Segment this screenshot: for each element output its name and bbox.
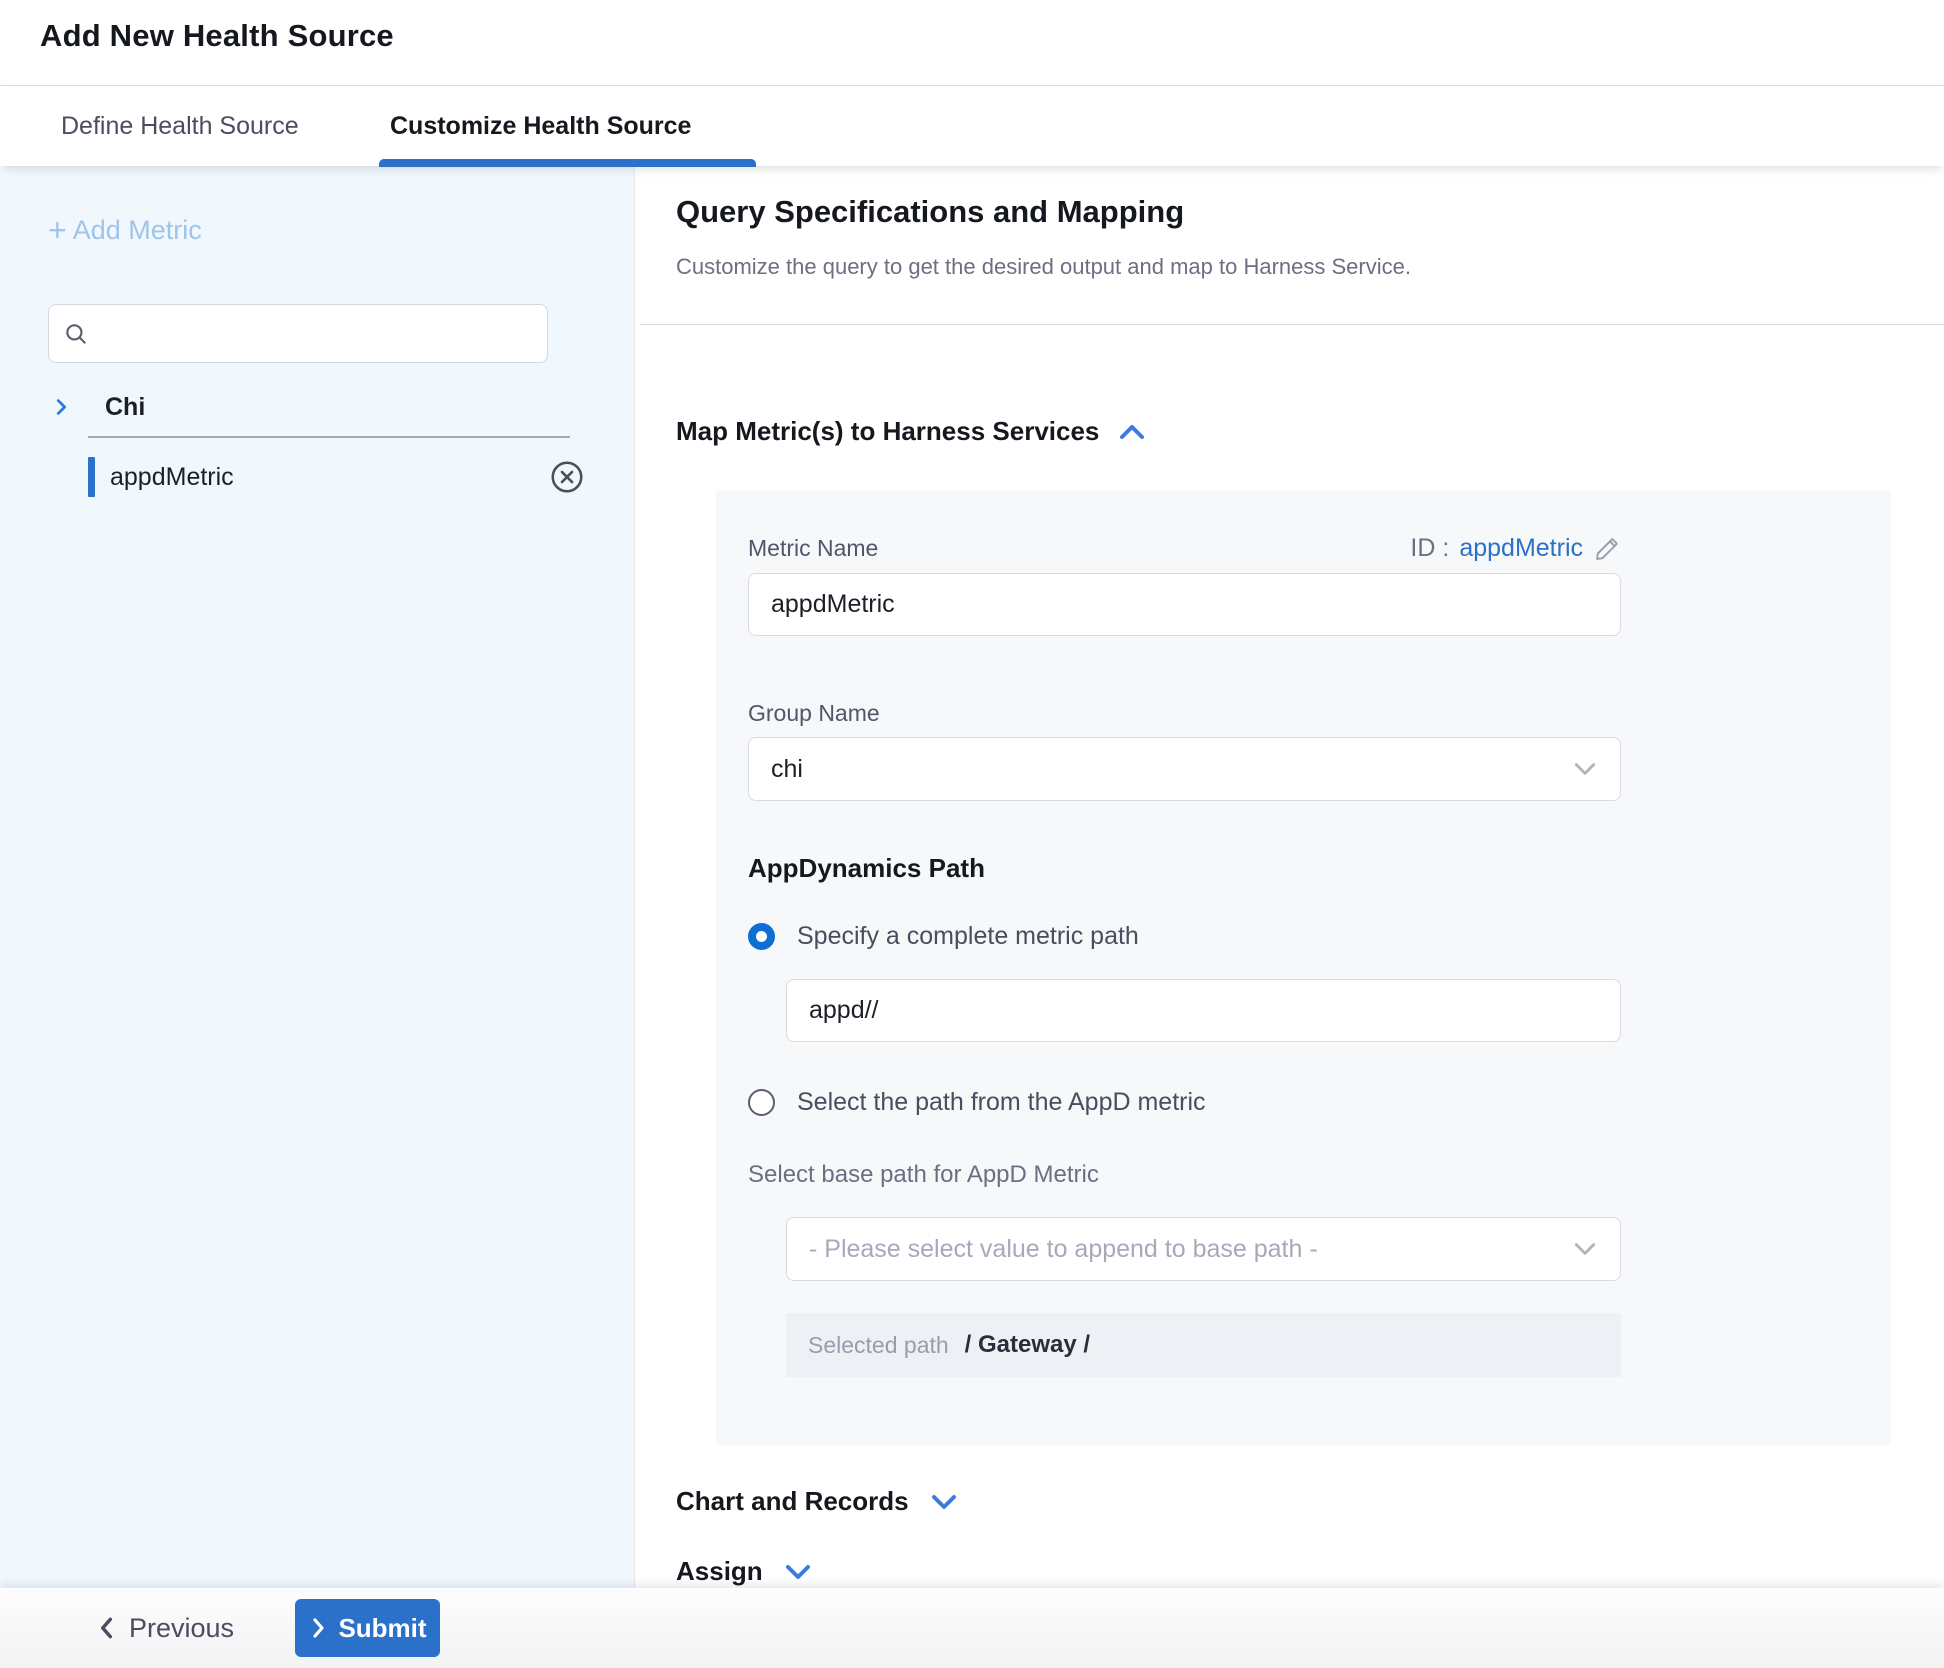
chevron-up-icon — [1117, 421, 1147, 443]
chevron-right-icon — [50, 396, 72, 418]
tab-bar: Define Health Source Customize Health So… — [0, 87, 1944, 166]
chevron-down-icon — [1572, 1240, 1598, 1258]
content-title: Query Specifications and Mapping — [676, 194, 1184, 230]
submit-label: Submit — [338, 1613, 426, 1644]
chart-and-records-section-toggle[interactable]: Chart and Records — [676, 1486, 959, 1517]
tab-label: Define Health Source — [61, 112, 299, 141]
chevron-down-icon — [1572, 760, 1598, 778]
selected-path-value: / Gateway / — [965, 1331, 1090, 1359]
base-path-placeholder: - Please select value to append to base … — [809, 1235, 1318, 1264]
metric-item-appdmetric[interactable]: appdMetric — [0, 446, 634, 508]
id-value-link[interactable]: appdMetric — [1459, 534, 1583, 563]
radio-selected-icon — [748, 923, 775, 950]
metric-item-label: appdMetric — [110, 463, 234, 492]
plus-icon: + — [48, 214, 67, 246]
submit-button[interactable]: Submit — [295, 1599, 440, 1657]
metric-tree: Chi appdMetric — [0, 378, 634, 508]
selected-metric-accent-bar — [88, 457, 95, 497]
add-metric-label: Add Metric — [73, 215, 202, 246]
metric-name-input[interactable] — [748, 573, 1621, 636]
metric-name-label: Metric Name — [748, 535, 878, 562]
chevron-left-icon — [95, 1615, 117, 1641]
metric-search-box[interactable] — [48, 304, 548, 363]
group-divider — [88, 436, 570, 438]
content-divider — [640, 324, 1944, 325]
add-metric-button[interactable]: + Add Metric — [48, 214, 202, 246]
radio-complete-metric-path[interactable]: Specify a complete metric path — [748, 922, 1621, 951]
tab-customize-health-source[interactable]: Customize Health Source — [390, 87, 691, 166]
chart-and-records-title: Chart and Records — [676, 1486, 909, 1517]
tab-define-health-source[interactable]: Define Health Source — [61, 87, 299, 166]
complete-metric-path-input[interactable] — [786, 979, 1621, 1042]
page-title: Add New Health Source — [40, 18, 394, 54]
chevron-right-icon — [308, 1616, 328, 1640]
group-label: Chi — [105, 393, 145, 422]
active-tab-indicator — [379, 159, 756, 167]
selected-path-label: Selected path — [808, 1332, 949, 1359]
edit-pencil-icon[interactable] — [1593, 535, 1621, 563]
dialog-footer: Previous Submit — [0, 1588, 1944, 1668]
search-input[interactable] — [99, 319, 533, 348]
radio-select-appd-path[interactable]: Select the path from the AppD metric — [748, 1088, 1621, 1117]
id-label: ID : — [1410, 534, 1449, 563]
tab-label: Customize Health Source — [390, 112, 691, 141]
previous-button[interactable]: Previous — [95, 1613, 234, 1644]
chevron-down-icon — [783, 1561, 813, 1583]
metrics-sidebar: + Add Metric Chi — [0, 166, 635, 1588]
add-health-source-dialog: Add New Health Source Define Health Sour… — [0, 0, 1944, 1668]
radio-unselected-icon — [748, 1089, 775, 1116]
group-name-select[interactable]: chi — [748, 737, 1621, 801]
chevron-down-icon — [929, 1491, 959, 1513]
assign-title: Assign — [676, 1556, 763, 1587]
dialog-header: Add New Health Source — [0, 0, 1944, 86]
group-name-label: Group Name — [748, 700, 880, 727]
map-metrics-form-panel: Metric Name ID : appdMetric — [716, 490, 1891, 1445]
metric-group-chi[interactable]: Chi — [0, 378, 634, 436]
base-path-select[interactable]: - Please select value to append to base … — [786, 1217, 1621, 1281]
selected-path-bar: Selected path / Gateway / — [786, 1313, 1621, 1377]
map-metrics-section-toggle[interactable]: Map Metric(s) to Harness Services — [676, 416, 1147, 447]
group-name-value: chi — [771, 755, 803, 784]
remove-metric-icon[interactable] — [548, 458, 586, 496]
base-path-label: Select base path for AppD Metric — [748, 1161, 1621, 1189]
previous-label: Previous — [129, 1613, 234, 1644]
appdynamics-path-heading: AppDynamics Path — [748, 853, 1621, 884]
search-icon — [63, 321, 89, 347]
radio-complete-path-label: Specify a complete metric path — [797, 922, 1139, 951]
assign-section-toggle[interactable]: Assign — [676, 1556, 813, 1587]
radio-select-path-label: Select the path from the AppD metric — [797, 1088, 1206, 1117]
map-metrics-section-title: Map Metric(s) to Harness Services — [676, 416, 1099, 447]
content-subtitle: Customize the query to get the desired o… — [676, 254, 1411, 280]
query-spec-panel: Query Specifications and Mapping Customi… — [636, 166, 1944, 1588]
